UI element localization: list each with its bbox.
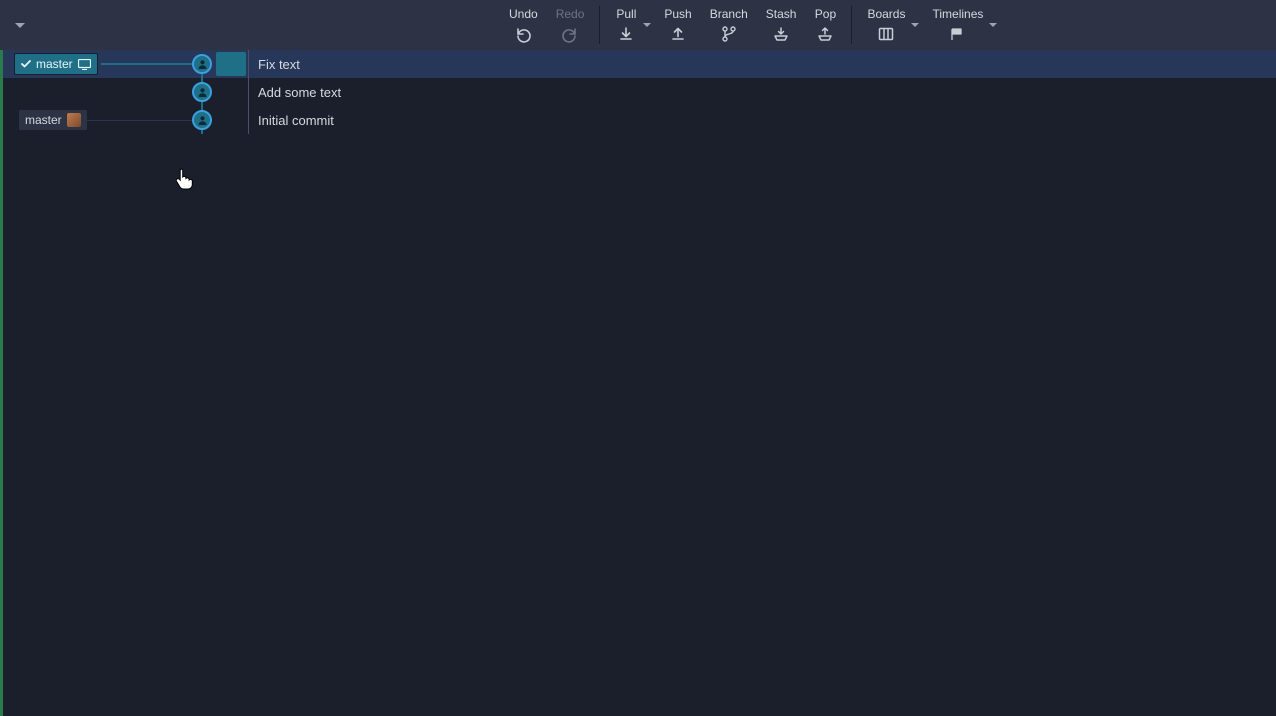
toolbar-separator: [851, 6, 852, 44]
ref-connector: [83, 120, 192, 121]
commit-message: Add some text: [248, 78, 1276, 106]
undo-icon: [512, 23, 534, 45]
timelines-icon: [947, 23, 969, 45]
branch-label: Branch: [710, 7, 748, 21]
pull-button[interactable]: Pull: [606, 0, 655, 50]
branch-tag-remote[interactable]: master: [18, 109, 88, 131]
pull-label: Pull: [616, 7, 636, 21]
commit-graph: master Fix text Add some text ma: [0, 50, 1276, 716]
person-icon: [197, 59, 208, 70]
check-icon: [21, 59, 31, 69]
toolbar-menu-button[interactable]: [0, 0, 40, 50]
caret-down-icon: [911, 23, 919, 27]
branch-icon: [718, 23, 740, 45]
toolbar-spacer: [40, 0, 500, 50]
toolbar: Undo Redo Pull Push Branch: [0, 0, 1276, 50]
caret-down-icon: [989, 23, 997, 27]
node-column: [192, 50, 248, 78]
commit-row[interactable]: master Fix text: [3, 50, 1276, 78]
person-icon: [197, 87, 208, 98]
commit-row[interactable]: master Initial commit: [3, 106, 1276, 134]
ref-connector: [101, 63, 192, 65]
redo-icon: [559, 23, 581, 45]
pop-icon: [814, 23, 836, 45]
pop-label: Pop: [815, 7, 836, 21]
node-column: [192, 78, 248, 106]
commit-row[interactable]: Add some text: [3, 78, 1276, 106]
timelines-label: Timelines: [932, 7, 983, 21]
commit-message: Fix text: [248, 50, 1276, 78]
toolbar-group-remote: Pull Push Branch Stash Pop: [606, 0, 845, 50]
caret-down-icon: [643, 23, 651, 27]
stash-label: Stash: [766, 7, 797, 21]
toolbar-separator: [599, 6, 600, 44]
ref-column: [3, 78, 192, 106]
boards-button[interactable]: Boards: [858, 0, 923, 50]
selection-highlight: [216, 52, 246, 76]
stash-icon: [770, 23, 792, 45]
undo-button[interactable]: Undo: [500, 0, 547, 50]
branch-button[interactable]: Branch: [701, 0, 757, 50]
cursor-pointer-icon: [175, 168, 193, 190]
commit-node[interactable]: [192, 82, 212, 102]
toolbar-group-history: Undo Redo: [500, 0, 593, 50]
remote-avatar-icon: [67, 113, 81, 127]
ref-column: master: [3, 50, 192, 78]
node-column: [192, 106, 248, 134]
pull-icon: [615, 23, 637, 45]
chevron-down-icon: [15, 23, 25, 28]
push-button[interactable]: Push: [655, 0, 700, 50]
monitor-icon: [78, 59, 91, 70]
toolbar-group-views: Boards Timelines: [858, 0, 1001, 50]
branch-tag-local[interactable]: master: [14, 53, 98, 75]
push-label: Push: [664, 7, 691, 21]
ref-column: master: [3, 106, 192, 134]
boards-label: Boards: [867, 7, 905, 21]
pop-button[interactable]: Pop: [805, 0, 845, 50]
commit-message: Initial commit: [248, 106, 1276, 134]
redo-label: Redo: [556, 7, 585, 21]
person-icon: [197, 115, 208, 126]
stash-button[interactable]: Stash: [757, 0, 806, 50]
timelines-button[interactable]: Timelines: [923, 0, 1001, 50]
commit-node[interactable]: [192, 54, 212, 74]
push-icon: [667, 23, 689, 45]
redo-button[interactable]: Redo: [547, 0, 594, 50]
undo-label: Undo: [509, 7, 538, 21]
boards-icon: [875, 23, 897, 45]
branch-tag-label: master: [36, 57, 73, 71]
branch-tag-label: master: [25, 113, 62, 127]
commit-node[interactable]: [192, 110, 212, 130]
